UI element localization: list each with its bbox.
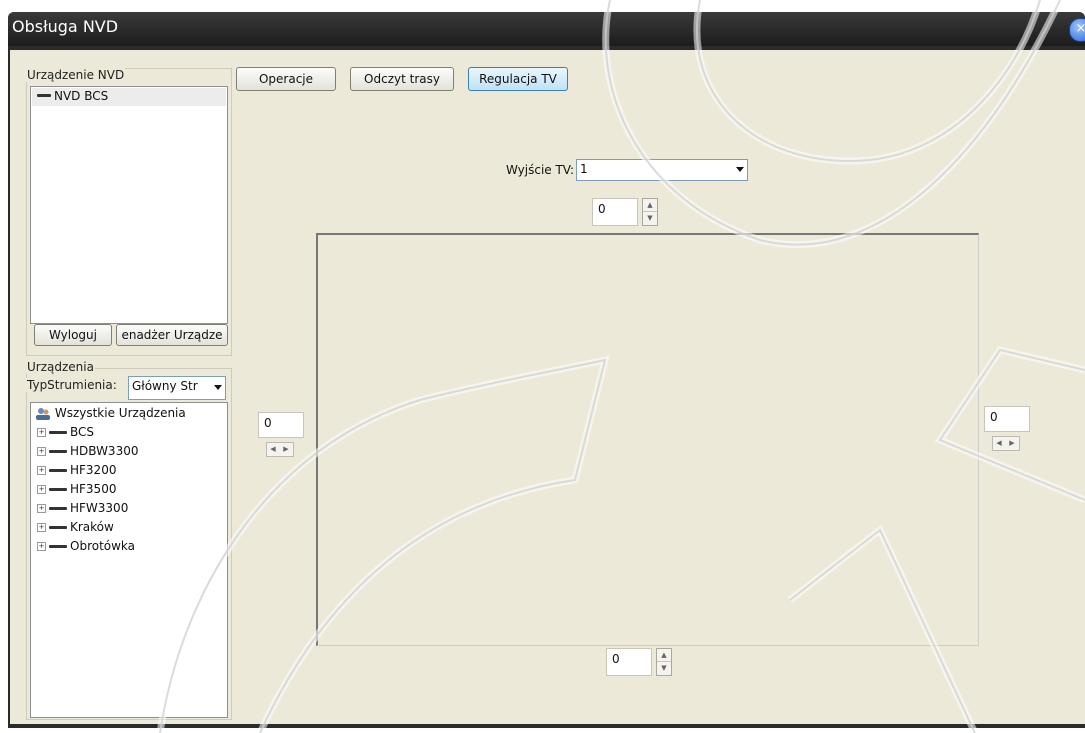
tree-item[interactable]: + BCS: [37, 425, 94, 439]
tree-item[interactable]: + HF3200: [37, 463, 116, 477]
device-icon: [49, 469, 67, 472]
arrow-down-icon[interactable]: ▼: [657, 662, 671, 674]
left-margin-stepper[interactable]: ◀ ▶: [266, 442, 294, 457]
tree-item[interactable]: + Kraków: [37, 520, 114, 534]
left-margin-input[interactable]: 0: [258, 412, 304, 438]
nvd-item-label: NVD BCS: [54, 89, 109, 103]
logout-button[interactable]: Wyloguj: [34, 324, 112, 346]
plus-icon[interactable]: +: [37, 428, 46, 437]
left-margin-value: 0: [264, 416, 272, 430]
plus-icon[interactable]: +: [37, 542, 46, 551]
tv-output-label: Wyjście TV:: [506, 163, 575, 177]
users-icon: [35, 407, 51, 421]
arrow-up-icon[interactable]: ▲: [657, 649, 671, 662]
list-item-selected[interactable]: NVD BCS: [32, 88, 226, 106]
tree-item[interactable]: + HF3500: [37, 482, 116, 496]
tree-item[interactable]: + Obrotówka: [37, 539, 135, 553]
close-icon[interactable]: ×: [1069, 18, 1085, 42]
bottom-margin-stepper[interactable]: ▲ ▼: [656, 648, 672, 676]
right-margin-stepper[interactable]: ◀ ▶: [992, 436, 1020, 451]
tab-operacje[interactable]: Operacje: [236, 67, 336, 91]
tv-preview-area: [316, 233, 979, 646]
tree-item-label: HF3500: [70, 482, 117, 496]
chevron-down-icon: [736, 167, 744, 172]
tree-item[interactable]: + HFW3300: [37, 501, 128, 515]
client-area: Urządzenie NVD NVD BCS Wyloguj enadżer U…: [10, 50, 1085, 724]
arrow-up-icon[interactable]: ▲: [643, 199, 657, 212]
stream-type-value: Główny Str: [132, 379, 198, 393]
devices-group-label: Urządzenia: [26, 360, 95, 374]
app-window: Obsługa NVD × Urządzenie NVD NVD BCS Wyl…: [8, 12, 1085, 728]
tab-regulacja-tv[interactable]: Regulacja TV: [468, 67, 568, 91]
plus-icon[interactable]: +: [37, 485, 46, 494]
device-icon: [37, 94, 51, 97]
arrow-right-icon[interactable]: ▶: [1006, 437, 1018, 450]
tree-item-label: HF3200: [70, 463, 117, 477]
plus-icon[interactable]: +: [37, 466, 46, 475]
bottom-margin-value: 0: [612, 652, 620, 666]
plus-icon[interactable]: +: [37, 447, 46, 456]
device-icon: [49, 507, 67, 510]
right-margin-value: 0: [990, 410, 998, 424]
chevron-down-icon: [214, 385, 222, 390]
arrow-down-icon[interactable]: ▼: [643, 212, 657, 224]
stream-type-select[interactable]: Główny Str: [128, 376, 226, 400]
tree-root-item[interactable]: Wszystkie Urządzenia: [35, 406, 186, 421]
tv-output-value: 1: [580, 162, 588, 176]
bottom-margin-input[interactable]: 0: [606, 648, 652, 676]
tree-item-label: Kraków: [70, 520, 114, 534]
tree-item-label: HFW3300: [70, 501, 129, 515]
arrow-right-icon[interactable]: ▶: [280, 443, 292, 456]
device-manager-button[interactable]: enadżer Urządze: [116, 324, 228, 346]
tree-item-label: Obrotówka: [70, 539, 136, 553]
top-margin-input[interactable]: 0: [592, 198, 638, 226]
device-tree[interactable]: Wszystkie Urządzenia + BCS + HDBW3300 + HF3…: [30, 402, 228, 718]
device-icon: [49, 526, 67, 529]
device-icon: [49, 450, 67, 453]
arrow-left-icon[interactable]: ◀: [993, 437, 1005, 450]
arrow-left-icon[interactable]: ◀: [267, 443, 279, 456]
tv-output-select[interactable]: 1: [576, 159, 748, 181]
tree-item-label: BCS: [70, 425, 95, 439]
nvd-device-list[interactable]: NVD BCS: [30, 86, 228, 324]
top-margin-value: 0: [598, 202, 606, 216]
plus-icon[interactable]: +: [37, 504, 46, 513]
tree-item-label: HDBW3300: [70, 444, 139, 458]
top-margin-stepper[interactable]: ▲ ▼: [642, 198, 658, 226]
nvd-group-label: Urządzenie NVD: [26, 68, 126, 82]
device-icon: [49, 488, 67, 491]
plus-icon[interactable]: +: [37, 523, 46, 532]
device-icon: [49, 545, 67, 548]
title-bar: Obsługa NVD ×: [8, 12, 1085, 46]
tree-root-label: Wszystkie Urządzenia: [54, 406, 186, 420]
device-icon: [49, 431, 67, 434]
tab-odczyt-trasy[interactable]: Odczyt trasy: [350, 67, 454, 91]
window-title: Obsługa NVD: [12, 17, 119, 36]
stream-type-label: TypStrumienia:: [26, 378, 118, 392]
right-margin-input[interactable]: 0: [984, 406, 1030, 432]
tree-item[interactable]: + HDBW3300: [37, 444, 138, 458]
